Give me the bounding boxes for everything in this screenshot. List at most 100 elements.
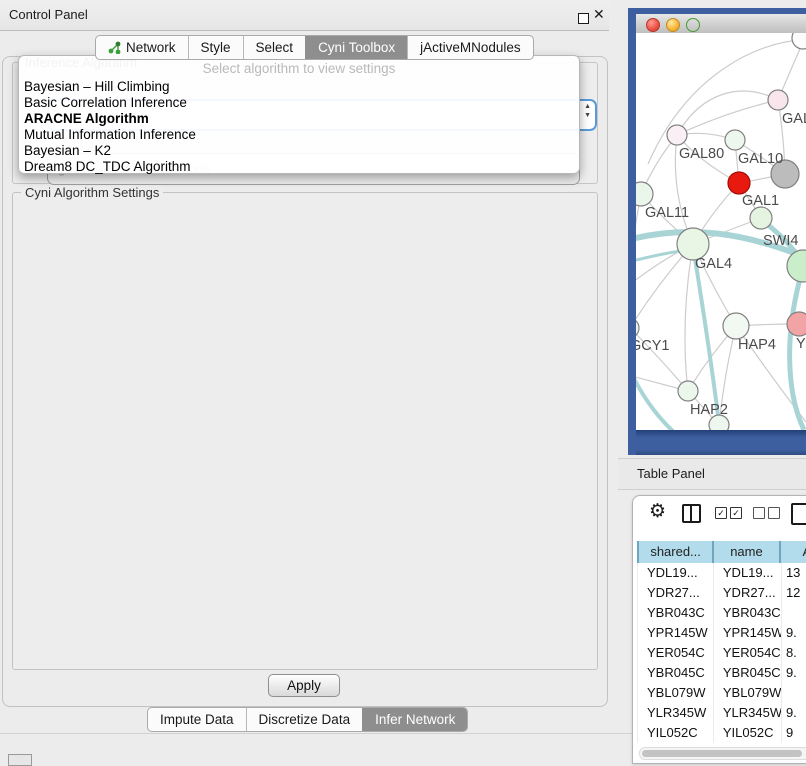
tab-cyni-toolbox[interactable]: Cyni Toolbox bbox=[305, 36, 407, 59]
table-cell: 13 bbox=[781, 563, 806, 583]
tab-jactivemnodules[interactable]: jActiveMNodules bbox=[407, 36, 533, 59]
tab-label: Select bbox=[256, 40, 294, 55]
table-cell: YLR345W bbox=[713, 703, 781, 723]
application-window: Control Panel ✕ Network Style Select Cyni T… bbox=[0, 0, 806, 762]
dropdown-item[interactable]: Bayesian – K2 bbox=[24, 143, 579, 159]
dropdown-item[interactable]: Dream8 DC_TDC Algorithm bbox=[24, 159, 579, 175]
tab-label: Network bbox=[126, 40, 176, 55]
table-row[interactable]: YPR145WYPR145W9. bbox=[637, 623, 806, 643]
tab-network[interactable]: Network bbox=[96, 36, 188, 59]
table-cell: 9 bbox=[781, 723, 806, 743]
control-panel-title: Control Panel bbox=[9, 7, 88, 22]
close-icon[interactable]: ✕ bbox=[593, 6, 605, 23]
network-node-gal1[interactable] bbox=[728, 172, 750, 194]
table-cell bbox=[781, 603, 806, 623]
table-panel-titlebar: Table Panel bbox=[618, 458, 806, 490]
tab-label: Style bbox=[201, 40, 231, 55]
network-node-gal80[interactable] bbox=[667, 125, 687, 145]
network-view-window[interactable]: GALGAL80GAL10GAL1GAL11SWI4GAL4YHAP4GCY1H… bbox=[628, 8, 806, 455]
dropdown-item[interactable]: Basic Correlation Inference bbox=[24, 95, 579, 111]
select-all-columns-icon[interactable]: ✓✓ bbox=[715, 507, 742, 519]
tab-impute-data[interactable]: Impute Data bbox=[148, 708, 246, 731]
tab-label: Impute Data bbox=[160, 712, 234, 727]
cyni-bottom-tabs: Impute Data Discretize Data Infer Network bbox=[147, 707, 468, 732]
tab-infer-network[interactable]: Infer Network bbox=[362, 708, 467, 731]
float-window-icon[interactable] bbox=[578, 13, 589, 24]
table-row[interactable]: YDR27...YDR27...12 bbox=[637, 583, 806, 603]
dropdown-item-list: Bayesian – Hill ClimbingBasic Correlatio… bbox=[19, 79, 579, 175]
table-cell bbox=[781, 683, 806, 703]
table-cell: YIL052C bbox=[637, 723, 713, 743]
split-columns-icon[interactable] bbox=[682, 504, 701, 523]
zoom-traffic-light-icon[interactable] bbox=[686, 18, 700, 32]
network-node-unlabeled[interactable] bbox=[792, 33, 806, 49]
network-node-y[interactable] bbox=[787, 312, 806, 336]
network-window-titlebar[interactable] bbox=[636, 14, 806, 34]
unselect-all-columns-icon[interactable] bbox=[753, 507, 780, 519]
network-node-gal11[interactable] bbox=[636, 182, 653, 206]
dropdown-item[interactable]: ARACNE Algorithm bbox=[24, 111, 579, 127]
node-label: GAL11 bbox=[645, 205, 689, 221]
network-node-gal10[interactable] bbox=[725, 130, 745, 150]
node-label: GAL10 bbox=[738, 151, 783, 167]
table-header-row: shared...nameA bbox=[637, 541, 806, 563]
tab-label: Infer Network bbox=[375, 712, 455, 727]
combo-arrows-icon: ▲▼ bbox=[584, 102, 591, 120]
node-label: GAL bbox=[782, 111, 806, 127]
table-cell: 8. bbox=[781, 643, 806, 663]
table-cell: YBR043C bbox=[637, 603, 713, 623]
table-cell: YBL079W bbox=[713, 683, 781, 703]
network-node-hap2[interactable] bbox=[678, 381, 698, 401]
table-cell: YPR145W bbox=[637, 623, 713, 643]
network-edge bbox=[636, 358, 676, 430]
network-edge bbox=[685, 244, 693, 391]
network-node-gal[interactable] bbox=[768, 90, 788, 110]
network-canvas[interactable]: GALGAL80GAL10GAL1GAL11SWI4GAL4YHAP4GCY1H… bbox=[636, 33, 806, 430]
table-cell: 9. bbox=[781, 663, 806, 683]
tab-select[interactable]: Select bbox=[243, 36, 306, 59]
table-row[interactable]: YBR045CYBR045C9. bbox=[637, 663, 806, 683]
table-row[interactable]: YBR043CYBR043C bbox=[637, 603, 806, 623]
tab-label: jActiveMNodules bbox=[420, 40, 521, 55]
dropdown-item[interactable]: Bayesian – Hill Climbing bbox=[24, 79, 579, 95]
table-cell: YDR27... bbox=[637, 583, 713, 603]
tab-label: Cyni Toolbox bbox=[318, 40, 395, 55]
table-row[interactable]: YBL079WYBL079W bbox=[637, 683, 806, 703]
close-traffic-light-icon[interactable] bbox=[646, 18, 660, 32]
node-label: GCY1 bbox=[636, 338, 670, 354]
table-cell: YER054C bbox=[637, 643, 713, 663]
table-row[interactable]: YDL19...YDL19...13 bbox=[637, 563, 806, 583]
table-cell: 12 bbox=[781, 583, 806, 603]
column-header[interactable]: A bbox=[779, 541, 806, 563]
algorithm-dropdown-popup: Select algorithm to view settings Bayesi… bbox=[18, 55, 580, 174]
table-row[interactable]: YLR345WYLR345W9. bbox=[637, 703, 806, 723]
table-cell: YBR043C bbox=[713, 603, 781, 623]
collapsed-widget[interactable] bbox=[8, 754, 32, 766]
table-cell: YDR27... bbox=[713, 583, 781, 603]
minimize-traffic-light-icon[interactable] bbox=[666, 18, 680, 32]
column-header[interactable]: name bbox=[712, 541, 779, 563]
tab-discretize-data[interactable]: Discretize Data bbox=[246, 708, 363, 731]
node-label: Y bbox=[796, 336, 806, 352]
table-horizontal-scrollbar[interactable] bbox=[639, 747, 806, 760]
dropdown-item[interactable]: Mutual Information Inference bbox=[24, 127, 579, 143]
node-label: HAP4 bbox=[738, 337, 776, 353]
table-cell: YDL19... bbox=[637, 563, 713, 583]
table-row[interactable]: YER054CYER054C8. bbox=[637, 643, 806, 663]
tab-style[interactable]: Style bbox=[188, 36, 243, 59]
table-cell: YDL19... bbox=[713, 563, 781, 583]
function-builder-icon[interactable] bbox=[791, 503, 806, 525]
network-edge bbox=[636, 194, 641, 302]
network-node-swi4[interactable] bbox=[750, 207, 772, 229]
table-row[interactable]: YIL052CYIL052C9 bbox=[637, 723, 806, 743]
network-node-unlabeled[interactable] bbox=[787, 250, 806, 282]
network-node-hap4[interactable] bbox=[723, 313, 749, 339]
gear-icon[interactable]: ⚙ bbox=[649, 500, 666, 522]
node-label: HAP2 bbox=[690, 402, 728, 418]
node-label: GAL1 bbox=[742, 193, 779, 209]
network-window-bottom-frame bbox=[636, 430, 806, 455]
column-header[interactable]: shared... bbox=[637, 541, 712, 563]
table-cell: YLR345W bbox=[637, 703, 713, 723]
table-panel-card: ⚙ ✓✓ shared...nameA YDL19...YDL19...13YD… bbox=[632, 495, 806, 764]
apply-button[interactable]: Apply bbox=[268, 674, 340, 697]
